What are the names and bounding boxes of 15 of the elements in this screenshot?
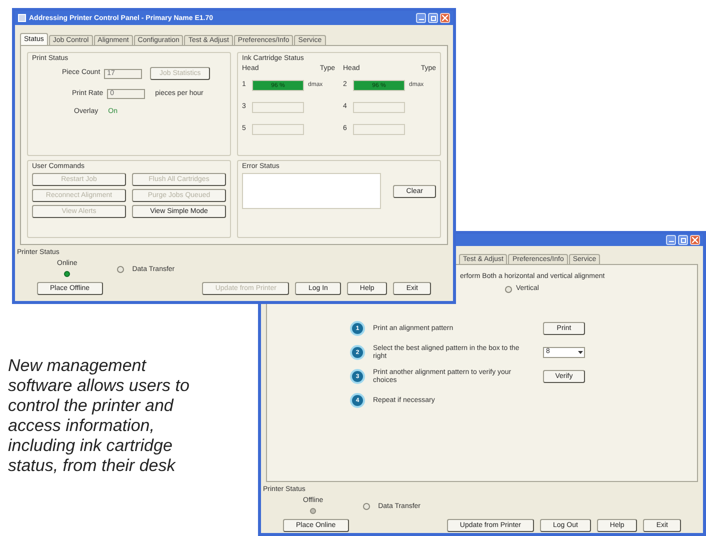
- ink-level-bar: [353, 102, 405, 113]
- radio-button[interactable]: [363, 503, 370, 510]
- minimize-icon[interactable]: [666, 235, 676, 245]
- ink-level-bar: [252, 102, 304, 113]
- close-icon[interactable]: [690, 235, 700, 245]
- radio-button[interactable]: [505, 286, 512, 293]
- close-icon[interactable]: [440, 13, 450, 23]
- maximize-icon[interactable]: [428, 13, 438, 23]
- app-icon: [18, 14, 26, 22]
- maximize-icon[interactable]: [678, 235, 688, 245]
- radio-button[interactable]: [117, 266, 124, 273]
- ink-level-bar: [252, 124, 304, 135]
- caption-text: New management software allows users to control the printer and access information, including ink cartridge status, from their desk: [8, 356, 190, 476]
- minimize-icon[interactable]: [416, 13, 426, 23]
- ink-level-bar: [353, 124, 405, 135]
